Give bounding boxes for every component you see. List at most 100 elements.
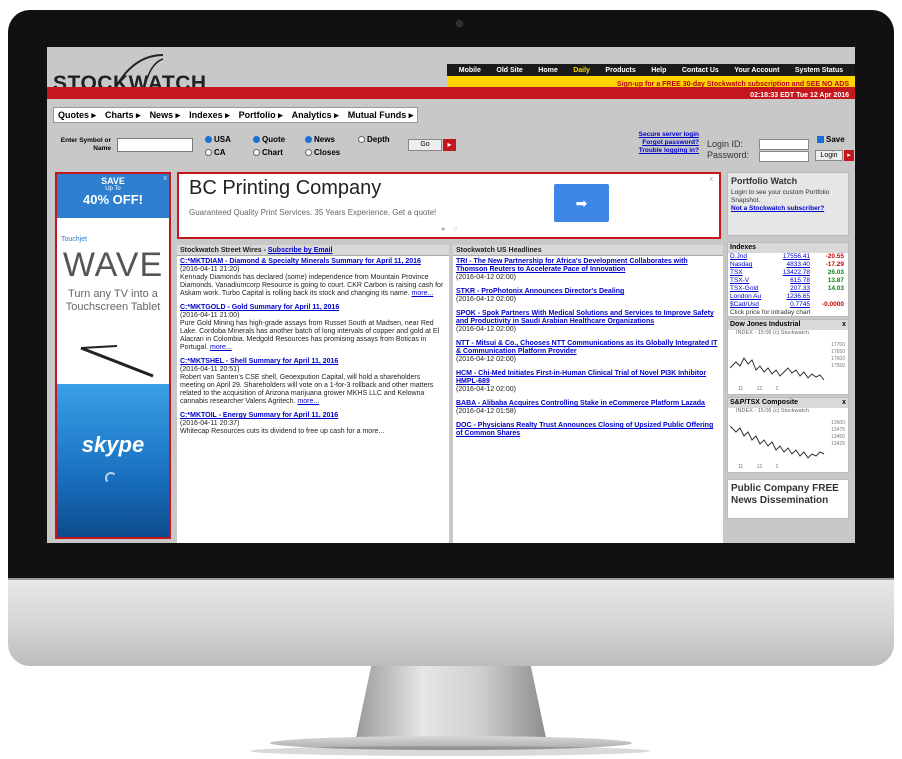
- more-link[interactable]: more...: [210, 344, 232, 351]
- mode-chart-radio[interactable]: Chart: [253, 148, 283, 157]
- nav-contact[interactable]: Contact Us: [682, 67, 719, 74]
- menu-mutual-funds[interactable]: Mutual Funds ▸: [348, 110, 414, 121]
- more-link[interactable]: more...: [412, 290, 434, 297]
- index-row[interactable]: D.Jnd 17556.41 -20.55: [728, 253, 848, 261]
- mode-quote-radio[interactable]: Quote: [253, 135, 285, 144]
- headline-link[interactable]: BABA - Alibaba Acquires Controlling Stak…: [456, 400, 720, 408]
- nav-daily[interactable]: Daily: [573, 67, 590, 74]
- nav-system-status[interactable]: System Status: [795, 67, 843, 74]
- radio-off-icon: [205, 149, 212, 156]
- ad-arrow-button[interactable]: ➡: [554, 184, 609, 222]
- secure-login-link[interactable]: Secure server login: [617, 131, 699, 139]
- index-change: [810, 293, 844, 301]
- close-icon[interactable]: x: [842, 398, 846, 408]
- promo-bar: Sign-up for a FREE 30-day Stockwatch sub…: [447, 76, 855, 88]
- password-input[interactable]: [759, 151, 809, 162]
- index-value[interactable]: 0.7745: [774, 301, 810, 309]
- index-name[interactable]: Nasdaq: [730, 261, 774, 269]
- market-ca-radio[interactable]: CA: [205, 148, 226, 157]
- market-usa-radio[interactable]: USA: [205, 135, 231, 144]
- menu-news[interactable]: News ▸: [150, 110, 181, 121]
- index-value[interactable]: 1236.65: [774, 293, 811, 301]
- dow-chart-sub: INDEX - 15:06 (c) Stockwatch: [736, 330, 810, 336]
- ad-title[interactable]: BC Printing Company: [189, 177, 381, 200]
- nav-help[interactable]: Help: [651, 67, 666, 74]
- public-company-title: Public Company FREE News Dissemination: [731, 483, 839, 506]
- index-name[interactable]: TSX-V: [730, 277, 774, 285]
- dow-chart-panel[interactable]: Dow Jones Industrial x INDEX - 15:06 (c) …: [727, 319, 849, 395]
- login-id-input[interactable]: [759, 139, 809, 150]
- headline-link[interactable]: TRI - The New Partnership for Africa's D…: [456, 258, 720, 274]
- headline-link[interactable]: DOC - Physicians Realty Trust Announces …: [456, 422, 720, 438]
- index-value[interactable]: 17556.41: [774, 253, 810, 261]
- index-name[interactable]: $Cad/Usd: [730, 301, 774, 309]
- go-button[interactable]: Go: [408, 139, 442, 151]
- browser-screen: STOCKWATCH Mobile Old Site Home Daily Pr…: [47, 47, 855, 543]
- menu-quotes[interactable]: Quotes ▸: [58, 110, 96, 121]
- news-title-link[interactable]: C:*MKTOIL - Energy Summary for April 11,…: [180, 412, 446, 420]
- login-arrow-icon[interactable]: ▸: [844, 150, 854, 161]
- news-title-link[interactable]: C:*MKTSHEL - Shell Summary for April 11,…: [180, 358, 446, 366]
- login-button[interactable]: Login: [815, 150, 843, 161]
- index-value[interactable]: 4833.40: [774, 261, 811, 269]
- news-title-link[interactable]: C:*MKTDIAM - Diamond & Specialty Mineral…: [180, 258, 446, 266]
- menu-charts[interactable]: Charts ▸: [105, 110, 141, 121]
- login-links: Secure server login Forgot password? Tro…: [617, 131, 699, 155]
- nav-account[interactable]: Your Account: [734, 67, 779, 74]
- index-name[interactable]: D.Jnd: [730, 253, 774, 261]
- headline-link[interactable]: NTT - Mitsui & Co., Chooses NTT Communic…: [456, 340, 720, 356]
- headline-link[interactable]: HCM - Chi-Med Initiates First-in-Human C…: [456, 370, 720, 386]
- mode-closes-radio[interactable]: Closes: [305, 148, 340, 157]
- headline-item: HCM - Chi-Med Initiates First-in-Human C…: [453, 368, 723, 398]
- index-value[interactable]: 615.78: [774, 277, 810, 285]
- nav-products[interactable]: Products: [605, 67, 635, 74]
- ad-pager-dots[interactable]: ● ○: [441, 226, 460, 233]
- headline-link[interactable]: SPOK - Spok Partners With Medical Soluti…: [456, 310, 720, 326]
- mode-news-radio[interactable]: News: [305, 135, 335, 144]
- top-banner-ad[interactable]: BC Printing Company Guaranteed Quality P…: [177, 172, 721, 239]
- trouble-login-link[interactable]: Trouble logging in?: [617, 147, 699, 155]
- index-row[interactable]: $Cad/Usd 0.7745 -0.0000: [728, 301, 848, 309]
- go-arrow-icon[interactable]: ▸: [443, 139, 456, 151]
- forgot-password-link[interactable]: Forgot password?: [617, 139, 699, 147]
- nav-home[interactable]: Home: [538, 67, 557, 74]
- news-item: C:*MKTOIL - Energy Summary for April 11,…: [177, 410, 449, 440]
- tsx-chart-panel[interactable]: S&P/TSX Composite x INDEX - 15:06 (c) Sto…: [727, 397, 849, 473]
- more-link[interactable]: more...: [297, 398, 319, 405]
- menu-analytics[interactable]: Analytics ▸: [292, 110, 339, 121]
- close-icon[interactable]: x: [842, 320, 846, 330]
- index-name[interactable]: TSX: [730, 269, 774, 277]
- subscribe-email-link[interactable]: Subscribe by Email: [268, 247, 333, 254]
- index-name[interactable]: London Au: [730, 293, 774, 301]
- mode-news-label: News: [314, 135, 335, 144]
- not-subscriber-link[interactable]: Not a Stockwatch subscriber?: [731, 205, 845, 213]
- index-value[interactable]: 13422.78: [774, 269, 810, 277]
- index-row[interactable]: Nasdaq 4833.40 -17.29: [728, 261, 848, 269]
- save-checkbox[interactable]: Save: [817, 135, 845, 144]
- index-row[interactable]: TSX-Gold 207.33 14.03: [728, 285, 848, 293]
- news-title-link[interactable]: C:*MKTGOLD - Gold Summary for April 11, …: [180, 304, 446, 312]
- ytick: 17700: [831, 342, 845, 348]
- ad-close-icon[interactable]: x: [164, 175, 168, 182]
- menu-indexes[interactable]: Indexes ▸: [189, 110, 230, 121]
- ad-discount-banner: SAVE Up To 40% OFF! x: [57, 174, 169, 218]
- mode-depth-radio[interactable]: Depth: [358, 135, 390, 144]
- index-change: -0.0000: [821, 301, 844, 308]
- left-skyscraper-ad[interactable]: SAVE Up To 40% OFF! x Touchjet WAVE Turn…: [55, 172, 171, 539]
- index-value[interactable]: 207.33: [774, 285, 810, 293]
- index-row[interactable]: TSX-V 615.78 13.87: [728, 277, 848, 285]
- public-company-panel[interactable]: Public Company FREE News Dissemination: [727, 479, 849, 519]
- headline-link[interactable]: STKR - ProPhotonix Announces Director's …: [456, 288, 720, 296]
- headline-date: (2016-04-12 02:00): [456, 356, 516, 363]
- index-row[interactable]: London Au 1236.65: [728, 293, 848, 301]
- menu-portfolio[interactable]: Portfolio ▸: [239, 110, 283, 121]
- index-name[interactable]: TSX-Gold: [730, 285, 774, 293]
- nav-mobile[interactable]: Mobile: [459, 67, 481, 74]
- nav-old-site[interactable]: Old Site: [496, 67, 522, 74]
- index-row[interactable]: TSX 13422.78 26.03: [728, 269, 848, 277]
- ad-brand: Touchjet: [61, 236, 88, 243]
- symbol-input[interactable]: [117, 138, 193, 152]
- xtick: 12: [756, 386, 763, 392]
- index-change: 13.87: [827, 277, 844, 284]
- ad-close-icon[interactable]: x: [710, 176, 714, 183]
